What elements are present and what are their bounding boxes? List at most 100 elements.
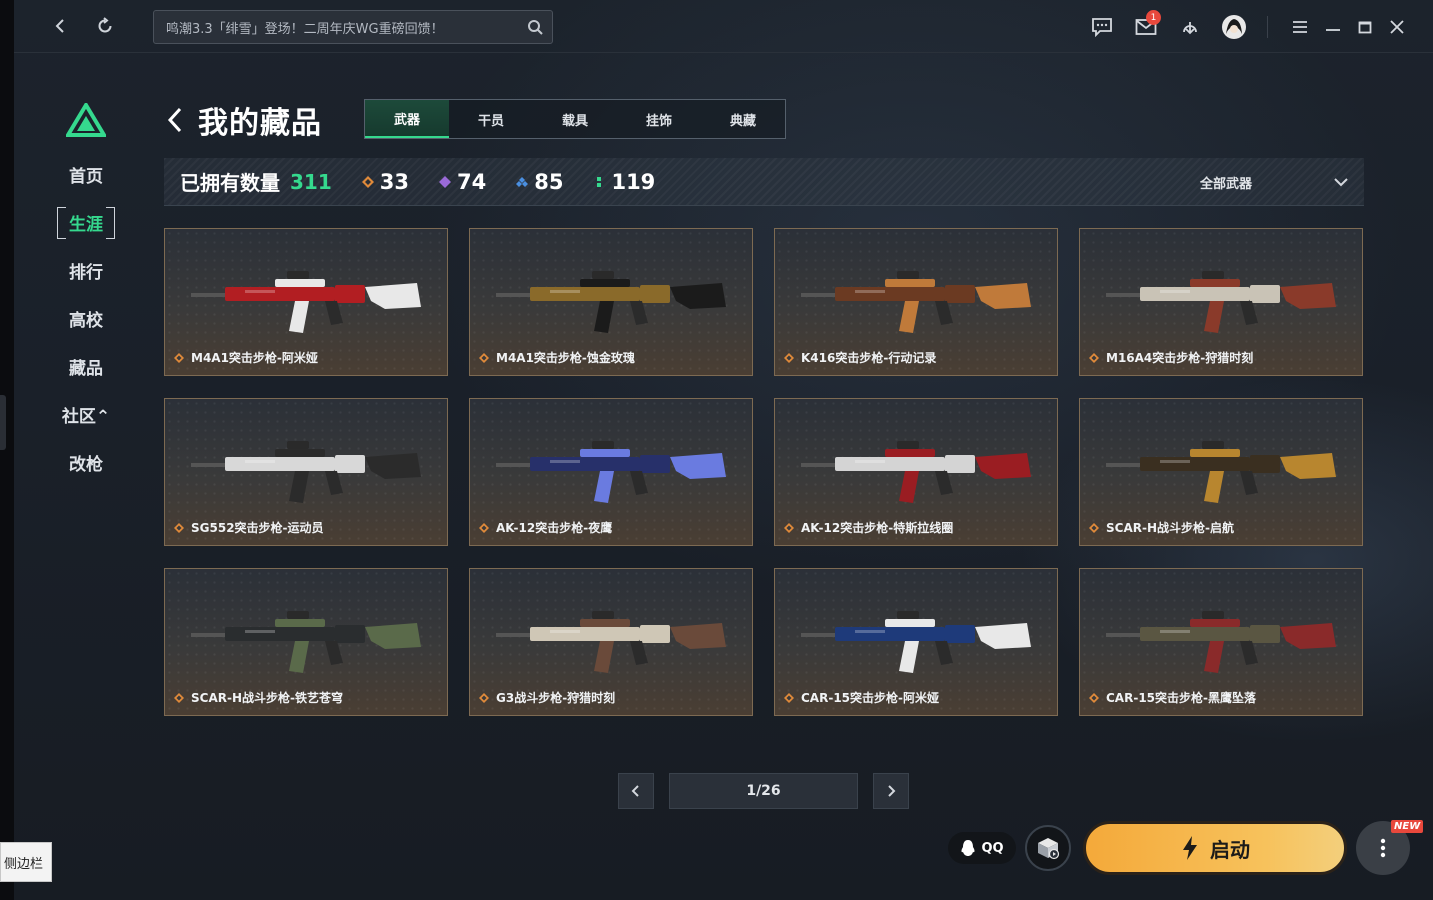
purple-gem-icon <box>438 175 451 188</box>
new-badge: NEW <box>1391 820 1424 833</box>
weapon-card[interactable]: K416突击步枪-行动记录 <box>774 228 1058 376</box>
topbar-divider <box>1267 16 1268 38</box>
app-logo-icon[interactable] <box>66 103 106 137</box>
edge-handle[interactable] <box>0 395 6 450</box>
owned-total: 311 <box>290 169 332 194</box>
blue-gem-icon <box>516 176 529 187</box>
weapon-label: CAR-15突击步枪-黑鹰坠落 <box>1089 689 1256 706</box>
game-cube-button[interactable] <box>1025 825 1071 871</box>
nav-collection-label: 藏品 <box>69 358 103 379</box>
weapon-name: CAR-15突击步枪-阿米娅 <box>801 691 939 705</box>
page-back-icon[interactable] <box>164 105 186 135</box>
weapon-filter-dropdown[interactable]: 全部武器 <box>1200 158 1350 206</box>
tab-charms[interactable]: 挂饰 <box>617 100 701 138</box>
gold-gem-icon <box>361 175 374 188</box>
nav-collection[interactable]: 藏品 <box>54 351 118 381</box>
rarity-green-count: 119 <box>593 170 655 194</box>
nav-ranking-label: 排行 <box>69 262 103 283</box>
weapon-card[interactable]: CAR-15突击步枪-黑鹰坠落 <box>1079 568 1363 716</box>
qq-login-button[interactable]: QQ <box>948 832 1016 864</box>
weapon-image <box>801 441 1031 503</box>
weapon-name: M4A1突击步枪-阿米娅 <box>191 351 318 365</box>
owned-label: 已拥有数量 <box>180 171 280 195</box>
weapon-image <box>191 271 421 333</box>
weapon-label: SG552突击步枪-运动员 <box>174 519 324 536</box>
weapon-name: M16A4突击步枪-狩猎时刻 <box>1106 351 1254 365</box>
weapon-card[interactable]: CAR-15突击步枪-阿米娅 <box>774 568 1058 716</box>
avatar-icon[interactable] <box>1220 13 1248 41</box>
refresh-icon[interactable] <box>92 13 118 39</box>
weapon-label: M16A4突击步枪-狩猎时刻 <box>1089 349 1253 366</box>
gold-gem-icon <box>1089 692 1099 703</box>
weapon-card[interactable]: M4A1突击步枪-蚀金玫瑰 <box>469 228 753 376</box>
gold-gem-icon <box>784 352 794 363</box>
green-count: 119 <box>611 169 656 194</box>
weapon-name: SCAR-H战斗步枪-铁艺苍穹 <box>191 691 343 705</box>
search-icon[interactable] <box>526 18 544 36</box>
weapon-card[interactable]: AK-12突击步枪-夜鹰 <box>469 398 753 546</box>
menu-icon[interactable] <box>1286 13 1314 41</box>
weapon-label: G3战斗步枪-狩猎时刻 <box>479 689 615 706</box>
weapon-image <box>801 271 1031 333</box>
nav-home[interactable]: 首页 <box>54 159 118 189</box>
weapon-image <box>496 271 726 333</box>
nav-university-label: 高校 <box>69 310 103 331</box>
lightning-icon <box>1183 836 1197 860</box>
weapon-label: SCAR-H战斗步枪-启航 <box>1089 519 1234 536</box>
tab-weapons[interactable]: 武器 <box>365 100 449 138</box>
tab-archive[interactable]: 典藏 <box>701 100 785 138</box>
weapon-image <box>496 441 726 503</box>
mail-badge: 1 <box>1146 10 1161 25</box>
prev-page-button[interactable] <box>618 773 654 809</box>
launch-button[interactable]: 启动 <box>1083 821 1347 875</box>
purple-count: 74 <box>456 169 487 194</box>
weapon-card[interactable]: M16A4突击步枪-狩猎时刻 <box>1079 228 1363 376</box>
download-icon[interactable] <box>1176 13 1204 41</box>
weapon-image <box>801 611 1031 673</box>
search-input[interactable]: 鸣潮3.3「绯雪」登场！二周年庆WG重磅回馈！ <box>153 10 553 44</box>
top-bar: 鸣潮3.3「绯雪」登场！二周年庆WG重磅回馈！ 1 <box>14 0 1433 53</box>
nav-gun-mod[interactable]: 改枪 <box>54 447 118 477</box>
gold-gem-icon <box>479 522 489 533</box>
gold-gem-icon <box>479 692 489 703</box>
weapon-name: K416突击步枪-行动记录 <box>801 351 937 365</box>
weapon-image <box>1106 611 1336 673</box>
weapon-card[interactable]: SG552突击步枪-运动员 <box>164 398 448 546</box>
back-icon[interactable] <box>48 13 74 39</box>
page-header: 我的藏品 <box>164 98 322 142</box>
weapon-name: SCAR-H战斗步枪-启航 <box>1106 521 1234 535</box>
gold-gem-icon <box>174 522 184 533</box>
weapon-card[interactable]: AK-12突击步枪-特斯拉线圈 <box>774 398 1058 546</box>
tab-operators[interactable]: 干员 <box>449 100 533 138</box>
gold-gem-icon <box>1089 522 1099 533</box>
launch-label: 启动 <box>1210 837 1250 862</box>
gold-gem-icon <box>784 522 794 533</box>
app-window: 鸣潮3.3「绯雪」登场！二周年庆WG重磅回馈！ 1 首页 生涯 排行 高校 藏品… <box>14 0 1433 900</box>
weapon-card[interactable]: G3战斗步枪-狩猎时刻 <box>469 568 753 716</box>
nav-community[interactable]: 社区⌃ <box>54 399 118 429</box>
restore-icon[interactable] <box>1351 13 1379 41</box>
weapon-card[interactable]: M4A1突击步枪-阿米娅 <box>164 228 448 376</box>
weapon-name: AK-12突击步枪-特斯拉线圈 <box>801 521 954 535</box>
message-icon[interactable] <box>1088 13 1116 41</box>
gold-gem-icon <box>1089 352 1099 363</box>
nav-community-label: 社区⌃ <box>61 406 111 427</box>
weapon-label: AK-12突击步枪-特斯拉线圈 <box>784 519 953 536</box>
nav-university[interactable]: 高校 <box>54 303 118 333</box>
nav-career[interactable]: 生涯 <box>54 207 118 239</box>
weapon-card[interactable]: SCAR-H战斗步枪-铁艺苍穹 <box>164 568 448 716</box>
close-icon[interactable] <box>1383 13 1411 41</box>
weapon-label: AK-12突击步枪-夜鹰 <box>479 519 612 536</box>
chevron-left-icon <box>631 785 639 797</box>
category-tabs: 武器 干员 载具 挂饰 典藏 <box>364 99 786 139</box>
tab-vehicles[interactable]: 载具 <box>533 100 617 138</box>
weapon-label: K416突击步枪-行动记录 <box>784 349 936 366</box>
gold-gem-icon <box>174 692 184 703</box>
filter-label: 全部武器 <box>1199 176 1252 192</box>
sidebar-tooltip[interactable]: 侧边栏 <box>0 842 52 882</box>
minimize-icon[interactable] <box>1319 13 1347 41</box>
weapon-card[interactable]: SCAR-H战斗步枪-启航 <box>1079 398 1363 546</box>
next-page-button[interactable] <box>873 773 909 809</box>
nav-ranking[interactable]: 排行 <box>54 255 118 285</box>
search-text: 鸣潮3.3「绯雪」登场！二周年庆WG重磅回馈！ <box>166 21 444 37</box>
